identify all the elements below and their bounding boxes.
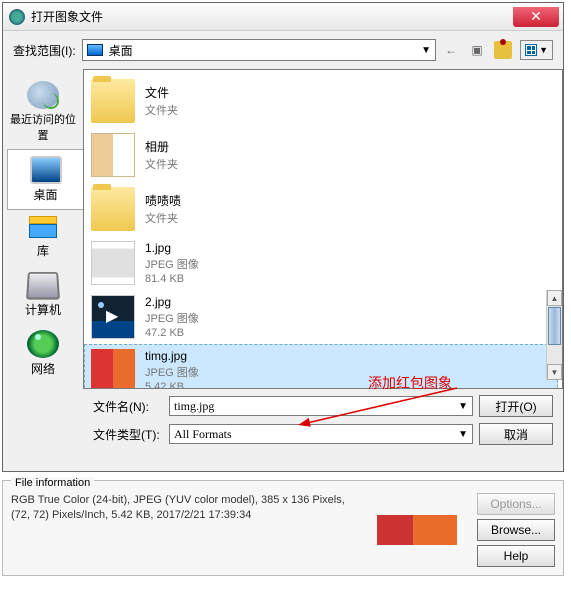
desktop-icon (30, 156, 62, 184)
folder-icon (91, 79, 135, 123)
file-size: 47.2 KB (145, 327, 199, 339)
chevron-down-icon: ▼ (539, 45, 548, 55)
file-item-folder[interactable]: 啧啧啧 文件夹 (84, 182, 558, 236)
library-icon (29, 216, 57, 240)
scroll-up-arrow-icon[interactable]: ▲ (547, 290, 562, 306)
nav-icons: ← ▣ ▼ (442, 40, 553, 60)
folder-icon (91, 187, 135, 231)
filename-row: 文件名(N): timg.jpg ▼ 打开(O) (13, 395, 553, 417)
folder-icon (91, 133, 135, 177)
open-button[interactable]: 打开(O) (479, 395, 553, 417)
views-menu-button[interactable]: ▼ (520, 40, 553, 60)
image-thumbnail-icon (91, 349, 135, 389)
sidebar-item-computer[interactable]: 计算机 (3, 265, 83, 324)
file-name: timg.jpg (145, 349, 199, 363)
file-item-folder[interactable]: 文件 文件夹 (84, 74, 558, 128)
window-title: 打开图象文件 (31, 8, 513, 25)
file-name: 2.jpg (145, 295, 199, 309)
titlebar: 打开图象文件 ✕ (3, 3, 563, 31)
filename-label: 文件名(N): (93, 398, 163, 415)
scrollbar-thumb[interactable] (548, 307, 561, 345)
file-type: JPEG 图像 (145, 364, 199, 380)
image-thumbnail-icon (91, 295, 135, 339)
sidebar-item-label: 最近访问的位置 (7, 111, 79, 143)
chevron-down-icon: ▼ (421, 45, 431, 56)
sidebar-item-library[interactable]: 库 (3, 210, 83, 265)
filename-value: timg.jpg (174, 399, 214, 414)
sidebar-item-desktop[interactable]: 桌面 (7, 149, 83, 210)
main-area: 最近访问的位置 桌面 库 计算机 网络 (3, 69, 563, 389)
file-name: 1.jpg (145, 241, 199, 255)
location-combobox[interactable]: 桌面 ▼ (82, 39, 436, 61)
filetype-label: 文件类型(T): (93, 426, 163, 443)
location-toolbar: 查找范围(I): 桌面 ▼ ← ▣ ▼ (3, 31, 563, 69)
sidebar-item-label: 计算机 (25, 301, 61, 318)
filename-input[interactable]: timg.jpg ▼ (169, 396, 473, 416)
app-icon (9, 9, 25, 25)
options-button: Options... (477, 493, 555, 515)
browse-button[interactable]: Browse... (477, 519, 555, 541)
bottom-fields: 文件名(N): timg.jpg ▼ 打开(O) 文件类型(T): All Fo… (3, 389, 563, 457)
scroll-down-arrow-icon[interactable]: ▼ (547, 364, 562, 380)
network-icon (27, 330, 59, 358)
file-item-image[interactable]: 1.jpg JPEG 图像 81.4 KB (84, 236, 558, 290)
file-type: JPEG 图像 (145, 256, 199, 272)
file-type: 文件夹 (145, 156, 178, 172)
file-name: 相册 (145, 138, 178, 155)
file-type: JPEG 图像 (145, 310, 199, 326)
sidebar-item-recent[interactable]: 最近访问的位置 (3, 75, 83, 149)
file-type: 文件夹 (145, 210, 181, 226)
file-open-dialog: 打开图象文件 ✕ 查找范围(I): 桌面 ▼ ← ▣ ▼ 最近访问的位置 (2, 2, 564, 472)
recent-places-icon (27, 81, 59, 109)
computer-icon (26, 272, 60, 300)
file-info-panel: File information RGB True Color (24-bit)… (2, 480, 564, 576)
file-size: 81.4 KB (145, 273, 199, 285)
back-icon[interactable]: ← (442, 41, 460, 59)
file-name: 啧啧啧 (145, 192, 181, 209)
scrollbar[interactable]: ▲ ▼ (546, 290, 562, 380)
image-thumbnail-icon (91, 241, 135, 285)
sidebar-item-network[interactable]: 网络 (3, 324, 83, 383)
filetype-row: 文件类型(T): All Formats ▼ 取消 (13, 423, 553, 445)
close-button[interactable]: ✕ (513, 7, 559, 27)
sidebar-item-label: 桌面 (33, 186, 57, 203)
file-item-image-selected[interactable]: timg.jpg JPEG 图像 5.42 KB (84, 344, 558, 389)
file-name: 文件 (145, 84, 178, 101)
chevron-down-icon: ▼ (458, 429, 468, 440)
info-legend: File information (11, 477, 94, 489)
file-item-image[interactable]: 2.jpg JPEG 图像 47.2 KB (84, 290, 558, 344)
sidebar-item-label: 网络 (31, 360, 55, 377)
chevron-down-icon: ▼ (458, 401, 468, 412)
views-grid-icon (525, 44, 537, 56)
location-value: 桌面 (109, 42, 133, 59)
file-item-folder[interactable]: 相册 文件夹 (84, 128, 558, 182)
lookin-label: 查找范围(I): (13, 42, 76, 59)
preview-thumbnail (377, 515, 457, 545)
places-sidebar: 最近访问的位置 桌面 库 计算机 网络 (3, 69, 83, 389)
new-folder-icon[interactable] (494, 41, 512, 59)
cancel-button[interactable]: 取消 (479, 423, 553, 445)
sidebar-item-label: 库 (37, 242, 49, 259)
file-info-text: RGB True Color (24-bit), JPEG (YUV color… (11, 493, 357, 567)
help-button[interactable]: Help (477, 545, 555, 567)
filetype-combobox[interactable]: All Formats ▼ (169, 424, 473, 444)
desktop-icon (87, 44, 103, 56)
file-type: 文件夹 (145, 102, 178, 118)
filetype-value: All Formats (174, 427, 232, 442)
file-size: 5.42 KB (145, 381, 199, 389)
up-icon[interactable]: ▣ (468, 41, 486, 59)
file-list-pane[interactable]: 文件 文件夹 相册 文件夹 啧啧啧 文件夹 (83, 69, 563, 389)
